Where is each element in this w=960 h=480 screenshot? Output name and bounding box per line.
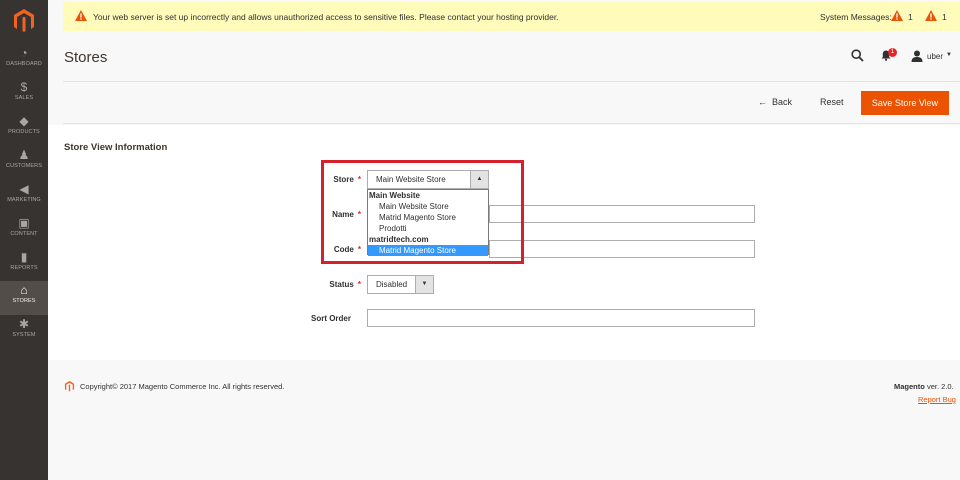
section-title: Store View Information [64,142,168,153]
bar-chart-icon: ▮ [20,250,28,264]
sidebar-item-label: SYSTEM [12,332,36,338]
footer-version-text: ver. 2.0. [926,382,954,391]
reset-button[interactable]: Reset [820,97,844,107]
magento-logo-icon[interactable] [12,8,36,32]
sidebar-item-products[interactable]: ◆ PRODUCTS [0,112,48,146]
sidebar-item-label: MARKETING [7,197,41,203]
name-input[interactable] [489,205,755,223]
critical-count[interactable]: 1 [908,12,913,22]
sidebar-item-system[interactable]: ✱ SYSTEM [0,315,48,349]
sidebar-item-label: STORES [12,298,36,304]
back-button-label: Back [772,97,793,107]
user-menu-caret-icon[interactable]: ▼ [946,52,952,58]
sidebar-item-sales[interactable]: $ SALES [0,78,48,112]
major-warning-icon[interactable] [925,10,937,21]
critical-warning-icon[interactable] [891,10,903,21]
sidebar-item-label: CUSTOMERS [6,163,42,169]
sidebar-item-label: SALES [14,95,34,101]
sidebar-item-marketing[interactable]: ◀ MARKETING [0,180,48,214]
arrow-left-icon: ← [758,97,767,107]
username[interactable]: uber [927,52,943,61]
sidebar-item-label: REPORTS [10,265,38,271]
system-messages-label[interactable]: System Messages: [820,12,892,22]
page-title: Stores [64,49,108,66]
footer-copyright: Copyright© 2017 Magento Commerce Inc. Al… [80,382,285,391]
sidebar-item-dashboard[interactable]: ◔ DASHBOARD [0,44,48,78]
sidebar-item-content[interactable]: ▣ CONTENT [0,214,48,248]
search-icon[interactable] [851,49,864,62]
sidebar-item-label: DASHBOARD [6,61,42,67]
admin-sidebar: ◔ DASHBOARD $ SALES ◆ PRODUCTS ♟ CUSTOMERS ◀ MARK… [0,0,48,480]
notification-badge[interactable]: 1 [888,48,897,57]
magento-footer-logo-icon [64,380,75,392]
sort-order-input[interactable] [367,309,755,327]
warning-icon [75,10,87,21]
cube-icon: ◆ [19,114,29,128]
status-select-value: Disabled [376,280,408,289]
status-label-text: Status [329,280,354,289]
highlight-box [321,160,524,264]
major-count[interactable]: 1 [942,12,947,22]
system-messages-bar: Your web server is set up incorrectly an… [63,2,960,31]
dashboard-icon: ◔ [20,46,28,60]
code-input[interactable] [489,240,755,258]
sidebar-item-label: PRODUCTS [8,129,40,135]
footer-version: Magento ver. 2.0. [894,382,954,391]
sort-order-label: Sort Order [310,314,351,323]
dollar-icon: $ [20,80,28,94]
sidebar-item-stores[interactable]: ⌂ STORES [0,281,48,315]
gear-icon: ✱ [18,317,30,331]
user-icon[interactable] [911,50,923,62]
layout-icon: ▣ [18,216,30,230]
system-message-text: Your web server is set up incorrectly an… [93,12,559,22]
store-icon: ⌂ [20,283,28,297]
person-icon: ♟ [18,148,30,162]
sidebar-item-customers[interactable]: ♟ CUSTOMERS [0,146,48,180]
required-marker: * [357,280,361,289]
back-button[interactable]: ← Back [758,97,792,107]
sidebar-item-label: CONTENT [10,231,38,237]
sidebar-item-reports[interactable]: ▮ REPORTS [0,248,48,282]
status-field-label: Status * [281,280,361,289]
save-store-view-button[interactable]: Save Store View [861,91,949,115]
megaphone-icon: ◀ [19,182,29,196]
report-bug-link[interactable]: Report Bug [918,395,956,404]
caret-down-icon[interactable]: ▼ [415,276,433,293]
footer-brand-name: Magento [894,382,925,391]
status-select[interactable]: Disabled ▼ [367,275,434,294]
